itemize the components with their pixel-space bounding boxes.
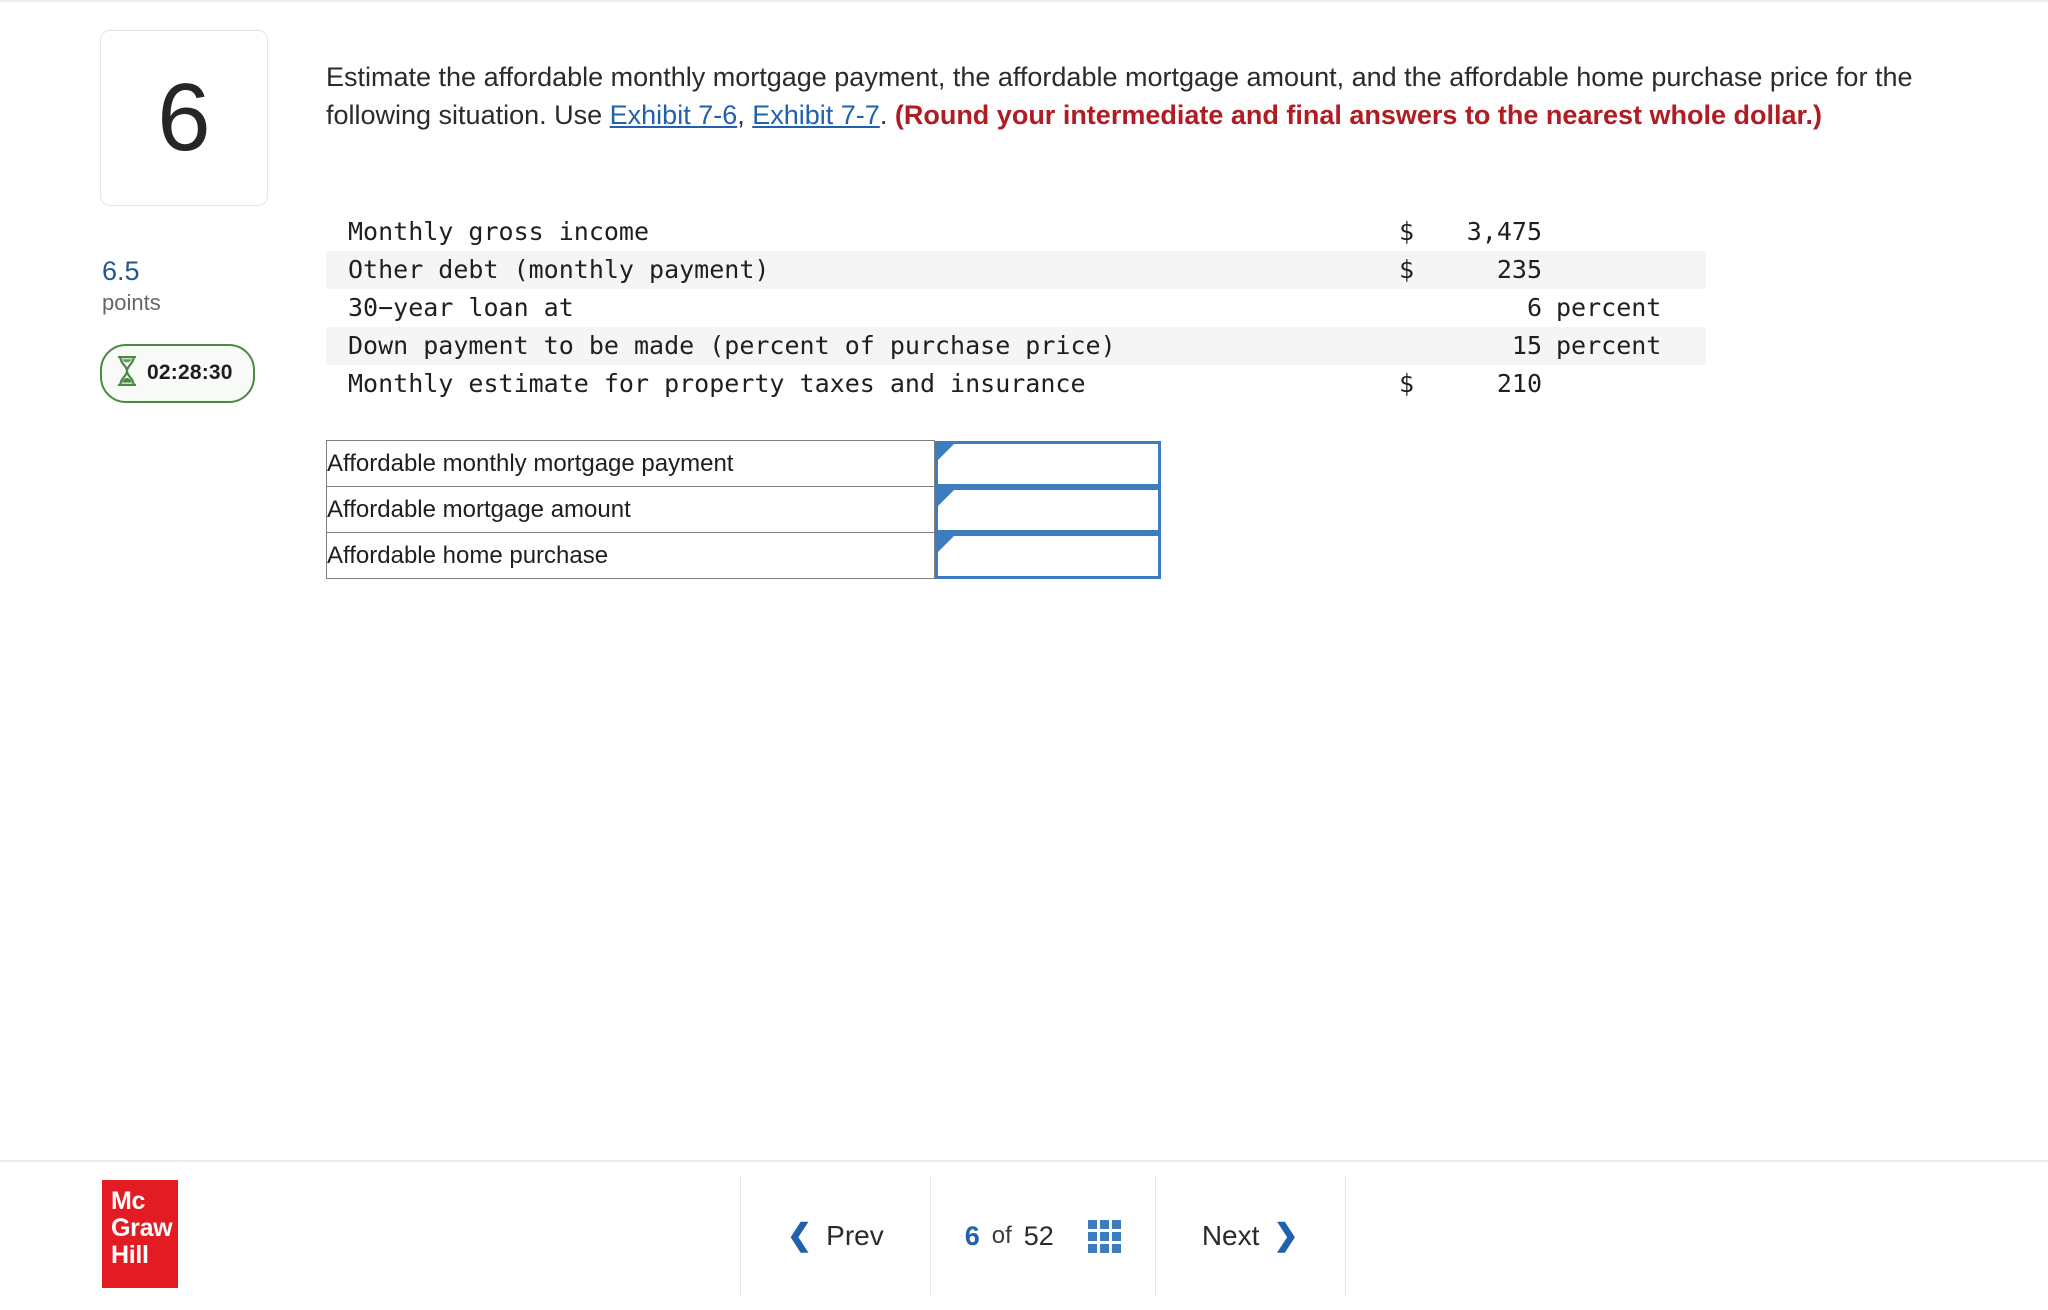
page-footer: Mc Graw Hill ❮ Prev 6 of 52 Next ❯ <box>0 1160 2048 1310</box>
answer-row-label: Affordable mortgage amount <box>326 486 935 533</box>
total-page-count: 52 <box>1023 1220 1054 1251</box>
given-data-label: Monthly estimate for property taxes and … <box>348 369 1086 398</box>
answer-input-cell <box>935 532 1162 579</box>
given-data-value: 15 <box>1511 331 1542 360</box>
given-data-currency: $ <box>1398 255 1414 284</box>
grid-cell <box>1087 1219 1097 1229</box>
given-data-unit: percent <box>1556 293 1662 322</box>
grid-menu-icon[interactable] <box>1087 1219 1121 1253</box>
answer-row: Affordable home purchase <box>326 532 1162 579</box>
grid-cell <box>1111 1219 1121 1229</box>
answer-input-cell <box>935 440 1162 487</box>
given-data-value: 3,475 <box>1466 217 1542 246</box>
chevron-right-icon: ❯ <box>1273 1219 1299 1252</box>
grid-cell <box>1111 1231 1121 1241</box>
answer-input-box[interactable] <box>935 486 1161 533</box>
question-rail: 6 6.5 points 02:28:30 <box>100 30 276 403</box>
rounding-instruction: (Round your intermediate and final answe… <box>894 100 1823 131</box>
given-data-body: Monthly gross income $3,475 Other debt (mo… <box>326 213 1706 403</box>
logo-line-2: Graw <box>111 1214 173 1242</box>
given-data-unit: percent <box>1556 331 1662 360</box>
prev-button-label: Prev <box>826 1220 884 1251</box>
answer-input[interactable] <box>938 443 1158 484</box>
stem-text-tail: . <box>879 100 895 131</box>
answer-input-box[interactable] <box>935 440 1161 487</box>
mcgraw-hill-logo: Mc Graw Hill <box>102 1180 178 1288</box>
question-stem: Estimate the affordable monthly mortgage… <box>326 58 1956 135</box>
given-data-row: Monthly estimate for property taxes and … <box>326 365 1706 403</box>
grid-cell <box>1099 1219 1109 1229</box>
grid-cell <box>1111 1243 1121 1253</box>
question-number-card: 6 <box>100 30 268 206</box>
given-data-label: Down payment to be made (percent of purc… <box>348 331 1116 360</box>
given-data-currency: $ <box>1398 369 1414 398</box>
chevron-left-icon: ❮ <box>787 1219 813 1252</box>
cell-marker-icon <box>937 534 955 553</box>
given-data-row: Other debt (monthly payment) $235 <box>326 251 1706 289</box>
answer-row-label: Affordable monthly mortgage payment <box>326 440 935 487</box>
next-button-label: Next <box>1201 1220 1260 1251</box>
answer-input[interactable] <box>938 489 1158 530</box>
given-data-row: 30−year loan at 6 percent <box>326 289 1706 327</box>
grid-cell <box>1087 1231 1097 1241</box>
answer-table-body: Affordable monthly mortgage payment Affor… <box>326 440 1162 579</box>
given-data-label: Monthly gross income <box>348 217 650 246</box>
given-data-value: 235 <box>1496 255 1542 284</box>
given-data-label: 30−year loan at <box>348 293 574 322</box>
answer-input-cell <box>935 486 1162 533</box>
logo-line-3: Hill <box>111 1241 149 1269</box>
current-page-number: 6 <box>964 1220 980 1251</box>
points-block: 6.5 points <box>100 256 276 318</box>
answer-table: Affordable monthly mortgage payment Affor… <box>326 440 1162 579</box>
page-top-rule <box>0 0 2048 2</box>
given-data-label: Other debt (monthly payment) <box>348 255 770 284</box>
given-data-value: 210 <box>1496 369 1542 398</box>
stem-separator: , <box>737 100 753 131</box>
logo-line-1: Mc <box>111 1187 146 1215</box>
exhibit-7-7-link[interactable]: Exhibit 7-7 <box>752 100 880 130</box>
given-data-row: Down payment to be made (percent of purc… <box>326 327 1706 365</box>
page-indicator: 6 of 52 <box>931 1162 1155 1310</box>
given-data-currency <box>1374 327 1424 365</box>
cell-marker-icon <box>937 442 955 461</box>
next-button[interactable]: Next ❯ <box>1156 1162 1345 1310</box>
footer-nav: ❮ Prev 6 of 52 Next ❯ <box>740 1162 1346 1310</box>
answer-row: Affordable monthly mortgage payment <box>326 440 1162 487</box>
nav-divider-4 <box>1344 1176 1346 1296</box>
exhibit-7-6-link[interactable]: Exhibit 7-6 <box>610 100 738 130</box>
given-data-currency <box>1374 289 1424 327</box>
answer-input[interactable] <box>938 535 1158 576</box>
given-data-unit <box>1542 251 1706 289</box>
timer-value: 02:28:30 <box>147 361 233 385</box>
grid-cell <box>1099 1243 1109 1253</box>
given-data-unit <box>1542 213 1706 251</box>
answer-row-label: Affordable home purchase <box>326 532 935 579</box>
exam-timer: 02:28:30 <box>100 343 255 403</box>
answer-input-box[interactable] <box>935 532 1161 579</box>
prev-button[interactable]: ❮ Prev <box>741 1162 930 1310</box>
grid-cell <box>1099 1231 1109 1241</box>
hourglass-icon <box>116 355 138 391</box>
answer-row: Affordable mortgage amount <box>326 486 1162 533</box>
given-data-table: Monthly gross income $3,475 Other debt (mo… <box>326 213 1706 403</box>
page-of-label: of <box>991 1222 1012 1249</box>
given-data-row: Monthly gross income $3,475 <box>326 213 1706 251</box>
points-value: 6.5 <box>102 256 140 286</box>
given-data-value: 6 <box>1526 293 1542 322</box>
question-number: 6 <box>157 64 211 171</box>
given-data-currency: $ <box>1398 217 1414 246</box>
given-data-unit <box>1542 365 1706 403</box>
cell-marker-icon <box>937 488 955 507</box>
grid-cell <box>1087 1243 1097 1253</box>
points-label: points <box>102 290 161 316</box>
